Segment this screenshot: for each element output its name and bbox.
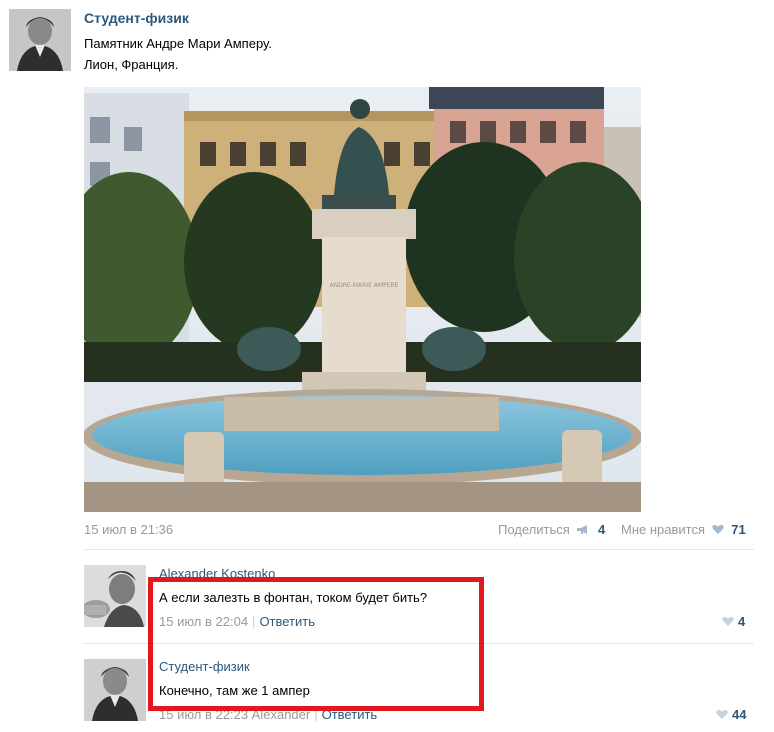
comment-like-button[interactable]: 44 [716, 707, 746, 723]
share-label: Поделиться [498, 522, 570, 537]
comment-author-name[interactable]: Студент-физик [159, 659, 250, 674]
divider [84, 549, 754, 550]
like-button[interactable]: Мне нравится 71 [621, 522, 746, 538]
comment-meta: 15 июл в 22:23 Alexander | Ответить [159, 707, 377, 722]
comment-like-count: 4 [738, 614, 746, 629]
comment-meta: 15 июл в 22:04 | Ответить [159, 614, 315, 629]
post-author-avatar[interactable] [9, 9, 71, 71]
like-count: 71 [731, 522, 746, 537]
photo-plaque-text: ANDRE-MARIE AMPERE [330, 282, 399, 289]
comment-author-avatar[interactable] [84, 565, 146, 627]
megaphone-icon [576, 523, 590, 538]
share-count: 4 [598, 522, 606, 537]
heart-icon [722, 615, 734, 630]
post-photo[interactable]: ANDRE-MARIE AMPERE [84, 87, 641, 512]
post-text-line-2: Лион, Франция. [84, 57, 179, 72]
separator: | [314, 707, 318, 722]
reply-link[interactable]: Ответить [322, 707, 378, 722]
divider [84, 643, 754, 644]
post-text-line-1: Памятник Андре Мари Амперу. [84, 36, 272, 51]
post-author-name[interactable]: Студент-физик [84, 10, 189, 26]
comment-text: А если залезть в фонтан, током будет бит… [159, 590, 428, 605]
reply-to-name[interactable]: Alexander [252, 707, 311, 722]
post-date[interactable]: 15 июл в 21:36 [84, 522, 173, 537]
heart-icon [711, 523, 724, 538]
heart-icon [716, 708, 728, 723]
comment-text: Конечно, там же 1 ампер [159, 683, 310, 698]
share-button[interactable]: Поделиться 4 [498, 522, 605, 538]
comment-like-button[interactable]: 4 [722, 614, 745, 630]
comment-date[interactable]: 15 июл в 22:04 [159, 614, 248, 629]
comment-author-avatar[interactable] [84, 659, 146, 721]
comment-like-count: 44 [732, 707, 747, 722]
reply-link[interactable]: Ответить [259, 614, 315, 629]
comment-author-name[interactable]: Alexander Kostenko [159, 566, 275, 581]
separator: | [252, 614, 256, 629]
like-label: Мне нравится [621, 522, 706, 537]
comment-date[interactable]: 15 июл в 22:23 [159, 707, 248, 722]
